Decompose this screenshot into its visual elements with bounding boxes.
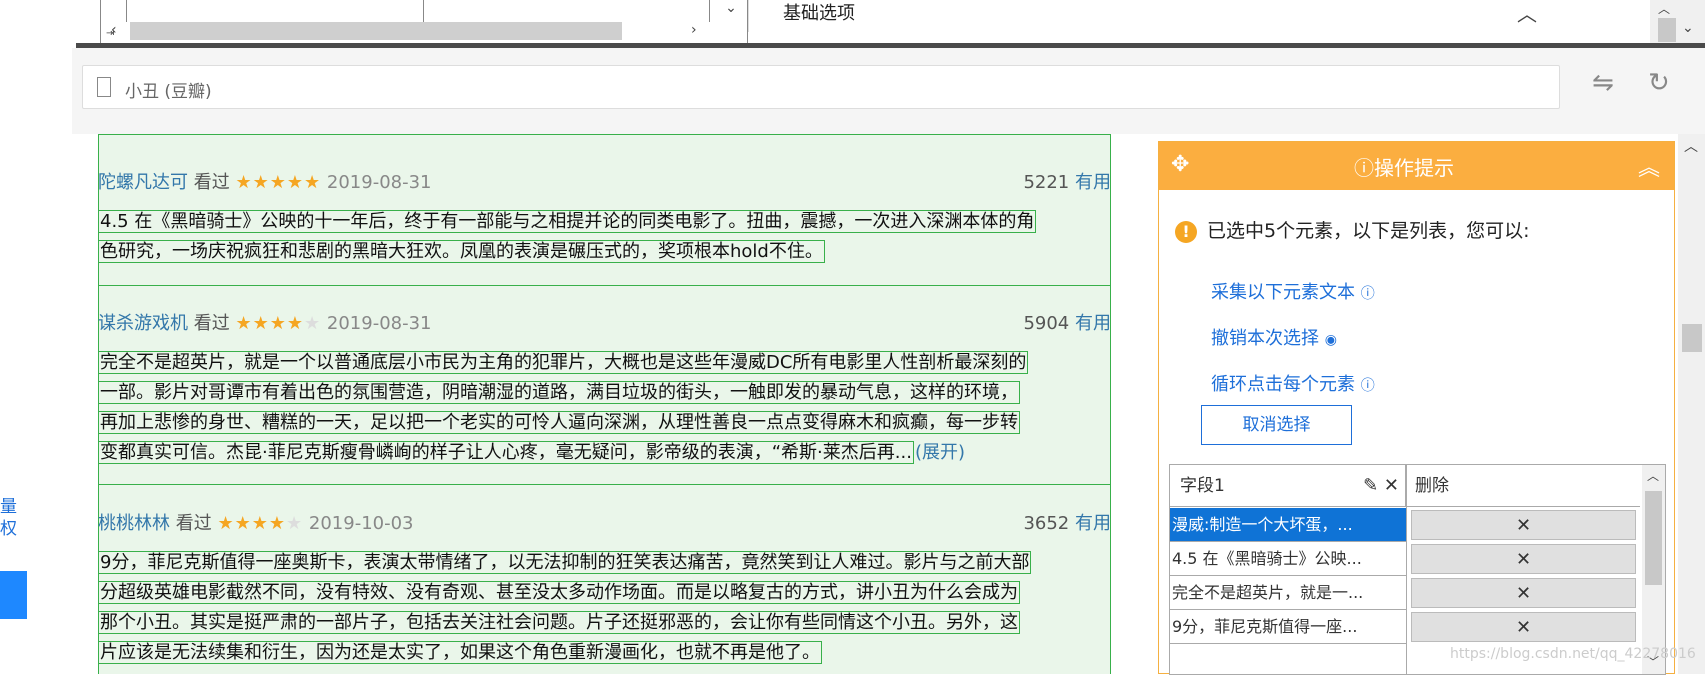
- refresh-icon[interactable]: ↻: [1648, 68, 1670, 98]
- top-vscroll[interactable]: ︿ ⌄: [1650, 0, 1705, 45]
- help-icon: ⓘ: [1360, 286, 1375, 302]
- address-text: 小丑 (豆瓣): [125, 82, 212, 102]
- tip-message: ! 已选中5个元素，以下是列表，您可以:: [1175, 216, 1530, 243]
- review-line: 完全不是超英片，就是一个以普通底层小市民为主角的犯罪片，大概也是这些年漫威DC所…: [98, 351, 1029, 374]
- table-row[interactable]: 漫威:制造一个大坏蛋，...: [1170, 508, 1406, 542]
- review-line: 9分，菲尼克斯值得一座奥斯卡，表演太带情绪了，以无法抑制的狂笑表达痛苦，竟然笑到…: [98, 551, 1032, 574]
- tip-header[interactable]: ✥ ⓘ操作提示 ︽: [1159, 142, 1674, 190]
- table-scrollbar[interactable]: ︿ ﹀: [1642, 465, 1665, 674]
- table-row[interactable]: 4.5 在《黑暗骑士》公映...: [1170, 542, 1406, 576]
- warning-icon: !: [1175, 221, 1197, 243]
- collapse-icon[interactable]: ︿: [1517, 0, 1537, 27]
- table-row[interactable]: 9分，菲尼克斯值得一座...: [1170, 610, 1406, 644]
- review-line: 一部。影片对哥谭市有着出色的氛围营造，阴暗潮湿的道路，满目垃圾的街头，一触即发的…: [98, 381, 1020, 404]
- basic-options-bar[interactable]: 基础选项 ︿: [748, 0, 1608, 32]
- column-header: 字段1 ✎ ✕: [1170, 465, 1406, 507]
- info-icon: ⓘ: [1354, 156, 1374, 180]
- review-text: 4.5 在《黑暗骑士》公映的十一年后，终于有一部能与之相提并论的同类电影了。扭曲…: [98, 207, 1037, 267]
- move-icon[interactable]: ✥: [1171, 152, 1189, 177]
- delete-cell[interactable]: ✕: [1407, 542, 1640, 576]
- useful-count: 3652: [1023, 513, 1070, 534]
- review-line: 再加上悲惨的身世、糟糕的一天，足以把一个老实的可怜人逼向深渊，从理性善良一点点变…: [98, 411, 1020, 434]
- cancel-selection-button[interactable]: 取消选择: [1201, 405, 1352, 445]
- review-line: 色研究，一场庆祝疯狂和悲剧的黑暗大狂欢。凤凰的表演是碾压式的，奖项根本hold不…: [98, 240, 825, 263]
- scrollbar-thumb[interactable]: [1645, 491, 1662, 585]
- collect-text-link[interactable]: 采集以下元素文本 ⓘ: [1211, 278, 1375, 304]
- left-blue-button[interactable]: [0, 571, 27, 619]
- table-row[interactable]: 完全不是超英片，就是一...: [1170, 576, 1406, 610]
- resize-icon: ⇥: [106, 28, 115, 39]
- watermark: https://blog.csdn.net/qq_42278016: [1450, 646, 1696, 662]
- rating-stars: ★★★★★: [217, 513, 304, 534]
- operation-tip-panel: ✥ ⓘ操作提示 ︽ ! 已选中5个元素，以下是列表，您可以: 采集以下元素文本 ⓘ…: [1158, 141, 1675, 675]
- scrollbar-thumb[interactable]: [1682, 324, 1702, 352]
- useful-count: 5221: [1023, 172, 1070, 193]
- scroll-up-icon[interactable]: ︿: [1684, 136, 1698, 156]
- column-header: 删除: [1407, 465, 1640, 507]
- basic-options-label: 基础选项: [783, 3, 855, 24]
- review-seen: 看过: [175, 513, 212, 534]
- useful-count: 5904: [1023, 313, 1070, 334]
- review-meta: 谋杀游戏机 看过 ★★★★★ 2019-08-31 5904 有用: [98, 310, 1111, 338]
- switch-icon[interactable]: ⇋: [1592, 68, 1614, 98]
- review-user[interactable]: 陀螺凡达可: [98, 172, 188, 193]
- horizontal-scrollbar-thumb[interactable]: [130, 22, 622, 40]
- help-icon: ⓘ: [1360, 378, 1375, 394]
- delete-cell[interactable]: ✕: [1407, 576, 1640, 610]
- useful-link[interactable]: 有用: [1075, 513, 1111, 534]
- review-meta: 桃桃林林 看过 ★★★★★ 2019-10-03 3652 有用: [98, 510, 1111, 538]
- review-date: 2019-08-31: [326, 313, 432, 334]
- review-text: 9分，菲尼克斯值得一座奥斯卡，表演太带情绪了，以无法抑制的狂笑表达痛苦，竟然笑到…: [98, 548, 1032, 668]
- review-line: 分超级英雄电影截然不同，没有特效、没有奇观、甚至没太多动作场面。而是以略复古的方…: [98, 581, 1020, 604]
- left-strip-char-1: 量: [0, 497, 17, 517]
- useful-link[interactable]: 有用: [1075, 172, 1111, 193]
- review-meta: 陀螺凡达可 看过 ★★★★★ 2019-08-31 5221 有用: [98, 169, 1111, 197]
- tip-title: 操作提示: [1374, 156, 1454, 180]
- left-strip-char-2: 权: [0, 519, 17, 539]
- review-user[interactable]: 谋杀游戏机: [98, 313, 188, 334]
- left-strip: 量 权: [0, 0, 72, 674]
- review-seen: 看过: [193, 313, 230, 334]
- undo-icon: ◉: [1324, 332, 1337, 348]
- rating-stars: ★★★★★: [235, 313, 322, 334]
- scroll-right-icon[interactable]: ›: [691, 22, 697, 38]
- page-icon: [97, 77, 111, 97]
- review-seen: 看过: [193, 172, 230, 193]
- review-date: 2019-10-03: [308, 513, 414, 534]
- review-user[interactable]: 桃桃林林: [98, 513, 170, 534]
- delete-cell[interactable]: ✕: [1407, 508, 1640, 542]
- review-line: 4.5 在《黑暗骑士》公映的十一年后，终于有一部能与之相提并论的同类电影了。扭曲…: [98, 210, 1037, 233]
- review-date: 2019-08-31: [326, 172, 432, 193]
- vertical-scrollbar[interactable]: ︿: [1678, 134, 1705, 674]
- review-line: 那个小丑。其实是挺严肃的一部片子，包括去关注社会问题。片子还挺邪恶的，会让你有些…: [98, 611, 1020, 634]
- collapse-panel-icon[interactable]: ︽: [1638, 150, 1660, 182]
- divider: [98, 285, 1111, 286]
- scroll-up-icon[interactable]: ︿: [1647, 467, 1659, 484]
- delete-cell[interactable]: ✕: [1407, 610, 1640, 644]
- expand-link[interactable]: (展开): [914, 442, 966, 463]
- undo-selection-link[interactable]: 撤销本次选择 ◉: [1211, 324, 1337, 350]
- useful-link[interactable]: 有用: [1075, 313, 1111, 334]
- rating-stars: ★★★★★: [235, 172, 322, 193]
- review-text: 完全不是超英片，就是一个以普通底层小市民为主角的犯罪片，大概也是这些年漫威DC所…: [98, 348, 1029, 468]
- review-line: 片应该是无法续集和衍生，因为还是太实了，如果这个角色重新漫画化，也就不再是他了。: [98, 641, 822, 664]
- selected-elements-table: 字段1 ✎ ✕ 删除 漫威:制造一个大坏蛋，... ✕ 4.5 在《黑暗骑士》公…: [1169, 464, 1666, 675]
- divider: [98, 484, 1111, 485]
- edit-close-icons[interactable]: ✎ ✕: [1363, 465, 1399, 507]
- review-line: 变都真实可信。杰昆·菲尼克斯瘦骨嶙峋的样子让人心疼，毫无疑问，影帝级的表演，“希…: [98, 441, 914, 464]
- loop-click-link[interactable]: 循环点击每个元素 ⓘ: [1211, 370, 1375, 396]
- chevron-down-icon[interactable]: ⌄: [716, 0, 746, 20]
- address-bar[interactable]: 小丑 (豆瓣): [82, 65, 1560, 109]
